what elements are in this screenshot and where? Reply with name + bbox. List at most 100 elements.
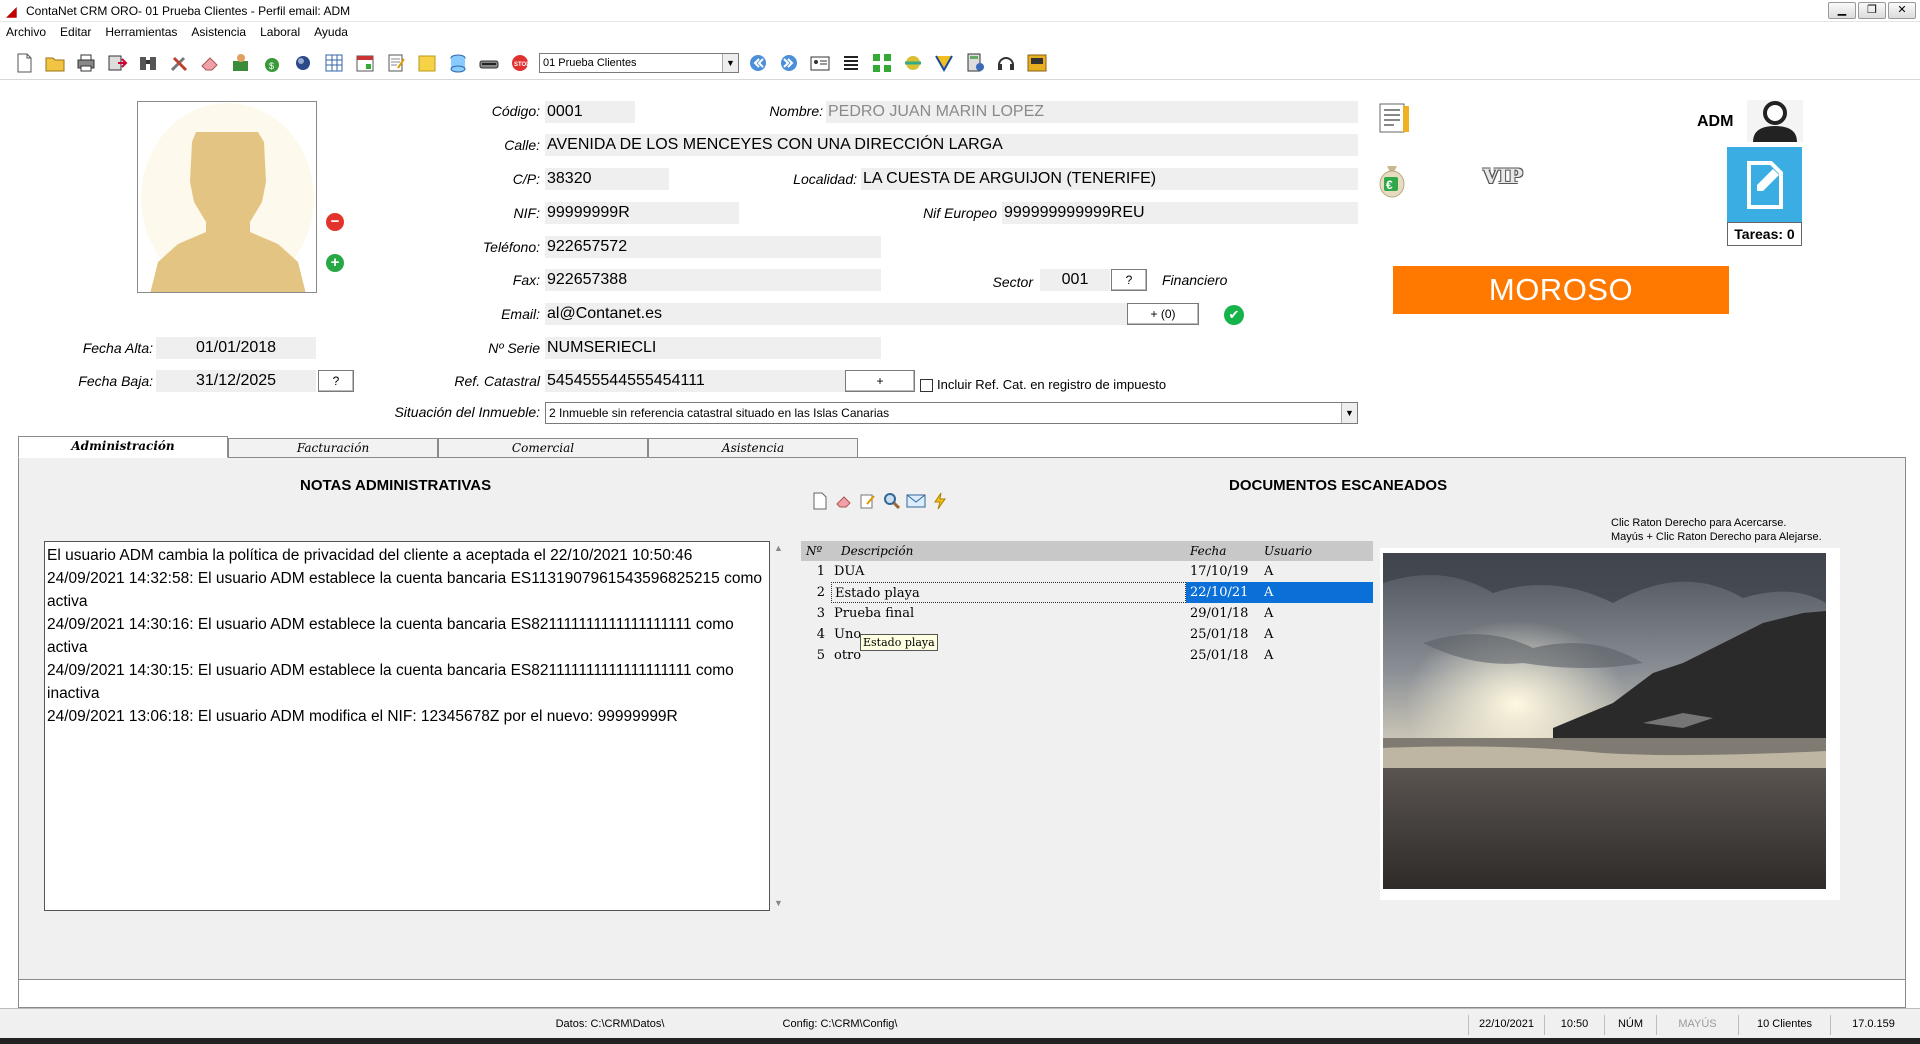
exchange-icon[interactable]: [901, 51, 925, 75]
serie-field[interactable]: NUMSERIECLI: [545, 337, 881, 359]
euro-bag-icon[interactable]: €: [1377, 160, 1407, 198]
window-title: ContaNet CRM ORO- 01 Prueba Clientes - P…: [26, 3, 351, 18]
database-icon[interactable]: [446, 51, 470, 75]
close-button[interactable]: ✕: [1888, 2, 1916, 19]
open-folder-icon[interactable]: [43, 51, 67, 75]
email-field[interactable]: al@Contanet.es: [545, 303, 1127, 325]
remove-photo-icon[interactable]: −: [326, 213, 344, 231]
notepad-icon[interactable]: [384, 51, 408, 75]
nombre-field[interactable]: PEDRO JUAN MARIN LOPEZ: [826, 101, 1358, 123]
email-label: Email:: [501, 306, 540, 322]
bottom-strip: [18, 980, 1906, 1008]
new-document-icon[interactable]: [12, 51, 36, 75]
fax-field[interactable]: 922657388: [545, 269, 881, 291]
col-header-n[interactable]: Nº: [801, 541, 831, 561]
globe-icon[interactable]: [291, 51, 315, 75]
network-icon[interactable]: [870, 51, 894, 75]
table-row-selected[interactable]: 2 Estado playa 22/10/21 A: [801, 582, 1373, 603]
news-icon[interactable]: [1025, 51, 1049, 75]
document-tools: [810, 491, 950, 511]
eraser-icon[interactable]: [834, 491, 854, 511]
money-bag-icon[interactable]: $: [260, 51, 284, 75]
notas-textarea[interactable]: El usuario ADM cambia la política de pri…: [44, 541, 770, 911]
email-icon[interactable]: [906, 491, 926, 511]
calendar-icon[interactable]: [353, 51, 377, 75]
document-preview[interactable]: [1380, 548, 1840, 900]
localidad-field[interactable]: LA CUESTA DE ARGUIJON (TENERIFE): [861, 168, 1358, 190]
table-row[interactable]: 1 DUA 17/10/19 A: [801, 561, 1373, 582]
search-icon[interactable]: [882, 491, 902, 511]
users-icon[interactable]: [229, 51, 253, 75]
tab-facturacion[interactable]: Facturación: [228, 438, 438, 458]
company-select[interactable]: 01 Prueba Clientes ▼: [539, 52, 739, 73]
status-clientes: 10 Clientes: [1738, 1015, 1830, 1035]
spreadsheet-icon[interactable]: [322, 51, 346, 75]
col-header-descripcion[interactable]: Descripción: [831, 541, 1186, 561]
catastral-add-button[interactable]: +: [845, 370, 915, 392]
menu-asistencia[interactable]: Asistencia: [191, 25, 246, 39]
tareas-count[interactable]: Tareas: 0: [1727, 222, 1802, 246]
document-list-icon[interactable]: [1377, 100, 1413, 136]
scanner-icon[interactable]: [477, 51, 501, 75]
stop-icon[interactable]: STOP: [508, 51, 532, 75]
catastral-field[interactable]: 545455544555454111: [545, 370, 845, 392]
chevron-down-icon[interactable]: ▼: [1341, 403, 1357, 423]
nif-europeo-field[interactable]: 999999999999REU: [1002, 202, 1358, 224]
calculator-icon[interactable]: [963, 51, 987, 75]
nif-field[interactable]: 99999999R: [545, 202, 739, 224]
fecha-baja-button[interactable]: ?: [318, 370, 354, 392]
menu-editar[interactable]: Editar: [60, 25, 91, 39]
menu-herramientas[interactable]: Herramientas: [105, 25, 177, 39]
edit-icon[interactable]: [858, 491, 878, 511]
company-select-value: 01 Prueba Clientes: [543, 56, 637, 69]
col-header-usuario[interactable]: Usuario: [1261, 541, 1373, 561]
fecha-baja-field[interactable]: 31/12/2025: [156, 370, 316, 392]
chevron-down-icon[interactable]: ▼: [722, 53, 738, 72]
tab-comercial[interactable]: Comercial: [438, 438, 648, 458]
eraser-icon[interactable]: [198, 51, 222, 75]
tab-asistencia[interactable]: Asistencia: [648, 438, 858, 458]
sector-field[interactable]: 001: [1040, 269, 1110, 291]
tools-icon[interactable]: [167, 51, 191, 75]
edit-note-icon: [1747, 161, 1783, 209]
lightning-icon[interactable]: [930, 491, 950, 511]
incluir-ref-cat-label: Incluir Ref. Cat. en registro de impuest…: [937, 377, 1167, 392]
sector-label: Sector: [992, 274, 1033, 290]
email-add-button[interactable]: + (0): [1127, 303, 1199, 325]
table-row[interactable]: 3 Prueba final 29/01/18 A: [801, 603, 1373, 624]
import-icon[interactable]: [105, 51, 129, 75]
previous-record-icon[interactable]: [746, 51, 770, 75]
col-header-fecha[interactable]: Fecha: [1186, 541, 1261, 561]
tab-administracion[interactable]: Administración: [18, 436, 228, 458]
sticky-note-icon[interactable]: [415, 51, 439, 75]
calle-field[interactable]: AVENIDA DE LOS MENCEYES CON UNA DIRECCIÓ…: [545, 134, 1358, 156]
row-number: 1: [816, 564, 825, 579]
sector-lookup-button[interactable]: ?: [1111, 269, 1147, 291]
codigo-field[interactable]: 0001: [545, 101, 635, 123]
contact-card-icon[interactable]: [808, 51, 832, 75]
headset-icon[interactable]: [994, 51, 1018, 75]
scroll-up-icon[interactable]: ▲: [774, 543, 783, 553]
telefono-field[interactable]: 922657572: [545, 236, 881, 258]
print-icon[interactable]: [74, 51, 98, 75]
tax-agency-icon[interactable]: [932, 51, 956, 75]
next-record-icon[interactable]: [777, 51, 801, 75]
crm-window: ◢ ContaNet CRM ORO- 01 Prueba Clientes -…: [0, 0, 1920, 1044]
situacion-select[interactable]: 2 Inmueble sin referencia catastral situ…: [545, 402, 1358, 424]
add-photo-icon[interactable]: +: [326, 254, 344, 272]
menu-archivo[interactable]: Archivo: [6, 25, 46, 39]
restore-button[interactable]: ❐: [1858, 2, 1886, 19]
row-usuario: A: [1264, 648, 1274, 663]
fecha-alta-field[interactable]: 01/01/2018: [156, 337, 316, 359]
user-avatar-icon[interactable]: [1747, 100, 1803, 142]
binoculars-icon[interactable]: [136, 51, 160, 75]
menu-laboral[interactable]: Laboral: [260, 25, 300, 39]
menu-ayuda[interactable]: Ayuda: [314, 25, 348, 39]
cp-field[interactable]: 38320: [545, 168, 669, 190]
minimize-button[interactable]: ▁: [1828, 2, 1856, 19]
new-document-icon[interactable]: [810, 491, 830, 511]
list-icon[interactable]: [839, 51, 863, 75]
incluir-ref-cat-checkbox[interactable]: [920, 379, 933, 392]
scroll-down-icon[interactable]: ▼: [774, 898, 783, 908]
client-photo[interactable]: [137, 101, 317, 293]
